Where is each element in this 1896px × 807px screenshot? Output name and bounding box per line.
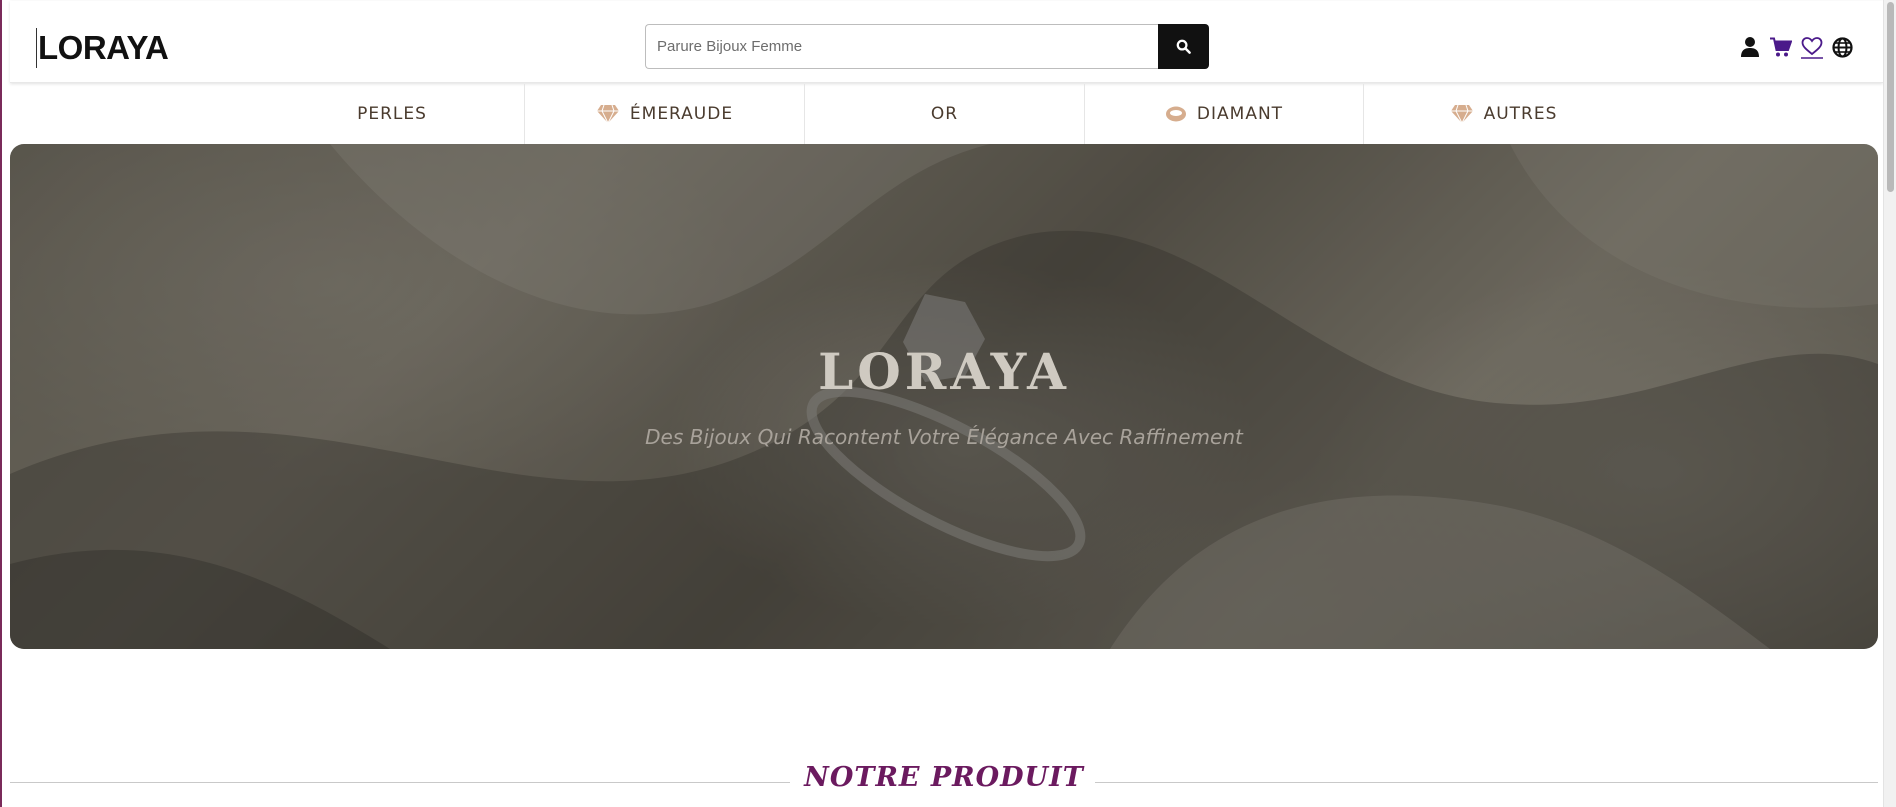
- nav-item-or[interactable]: OR: [805, 84, 1084, 144]
- hero-tagline: Des Bijoux Qui Racontent Votre Élégance …: [645, 425, 1243, 449]
- nav-item-label: AUTRES: [1483, 104, 1558, 124]
- nav-item-label: DIAMANT: [1196, 104, 1284, 124]
- hero-title: LORAYA: [818, 342, 1070, 401]
- nav-item-label: ÉMERAUDE: [629, 104, 734, 124]
- search-input[interactable]: [645, 24, 1158, 69]
- header-icons: [1734, 34, 1858, 60]
- ring-icon: [1165, 106, 1186, 122]
- section-title: NOTRE PRODUIT: [804, 762, 1084, 793]
- divider-line: [1095, 782, 1878, 783]
- nav-item-label: OR: [930, 104, 959, 124]
- scrollbar-thumb[interactable]: [1887, 2, 1894, 192]
- heart-icon: [1800, 37, 1823, 59]
- nav-item-diamant[interactable]: DIAMANT: [1085, 84, 1363, 144]
- wishlist-button[interactable]: [1796, 34, 1827, 60]
- category-nav: PERLES ÉMERAUDE OR DIAMANT AUTRES: [0, 84, 1883, 144]
- diamond-icon: [596, 104, 619, 124]
- cart-button[interactable]: [1765, 34, 1796, 60]
- site-logo[interactable]: LORAYA: [36, 28, 169, 68]
- diamond-icon: [1450, 104, 1473, 124]
- language-button[interactable]: [1827, 34, 1858, 60]
- account-button[interactable]: [1734, 34, 1765, 60]
- site-header: LORAYA: [10, 1, 1883, 83]
- nav-item-emeraude[interactable]: ÉMERAUDE: [525, 84, 804, 144]
- search-button[interactable]: [1158, 24, 1209, 69]
- user-icon: [1740, 37, 1759, 57]
- nav-item-autres[interactable]: AUTRES: [1364, 84, 1643, 144]
- search-bar: [645, 24, 1209, 69]
- page-scrollbar[interactable]: [1883, 0, 1896, 807]
- search-icon: [1176, 39, 1191, 54]
- section-header: NOTRE PRODUIT: [10, 760, 1878, 800]
- nav-item-label: PERLES: [357, 104, 427, 124]
- nav-item-perles[interactable]: PERLES: [260, 84, 524, 144]
- globe-icon: [1832, 36, 1853, 58]
- cart-icon: [1769, 37, 1792, 57]
- hero-banner: LORAYA Des Bijoux Qui Racontent Votre Él…: [10, 144, 1878, 649]
